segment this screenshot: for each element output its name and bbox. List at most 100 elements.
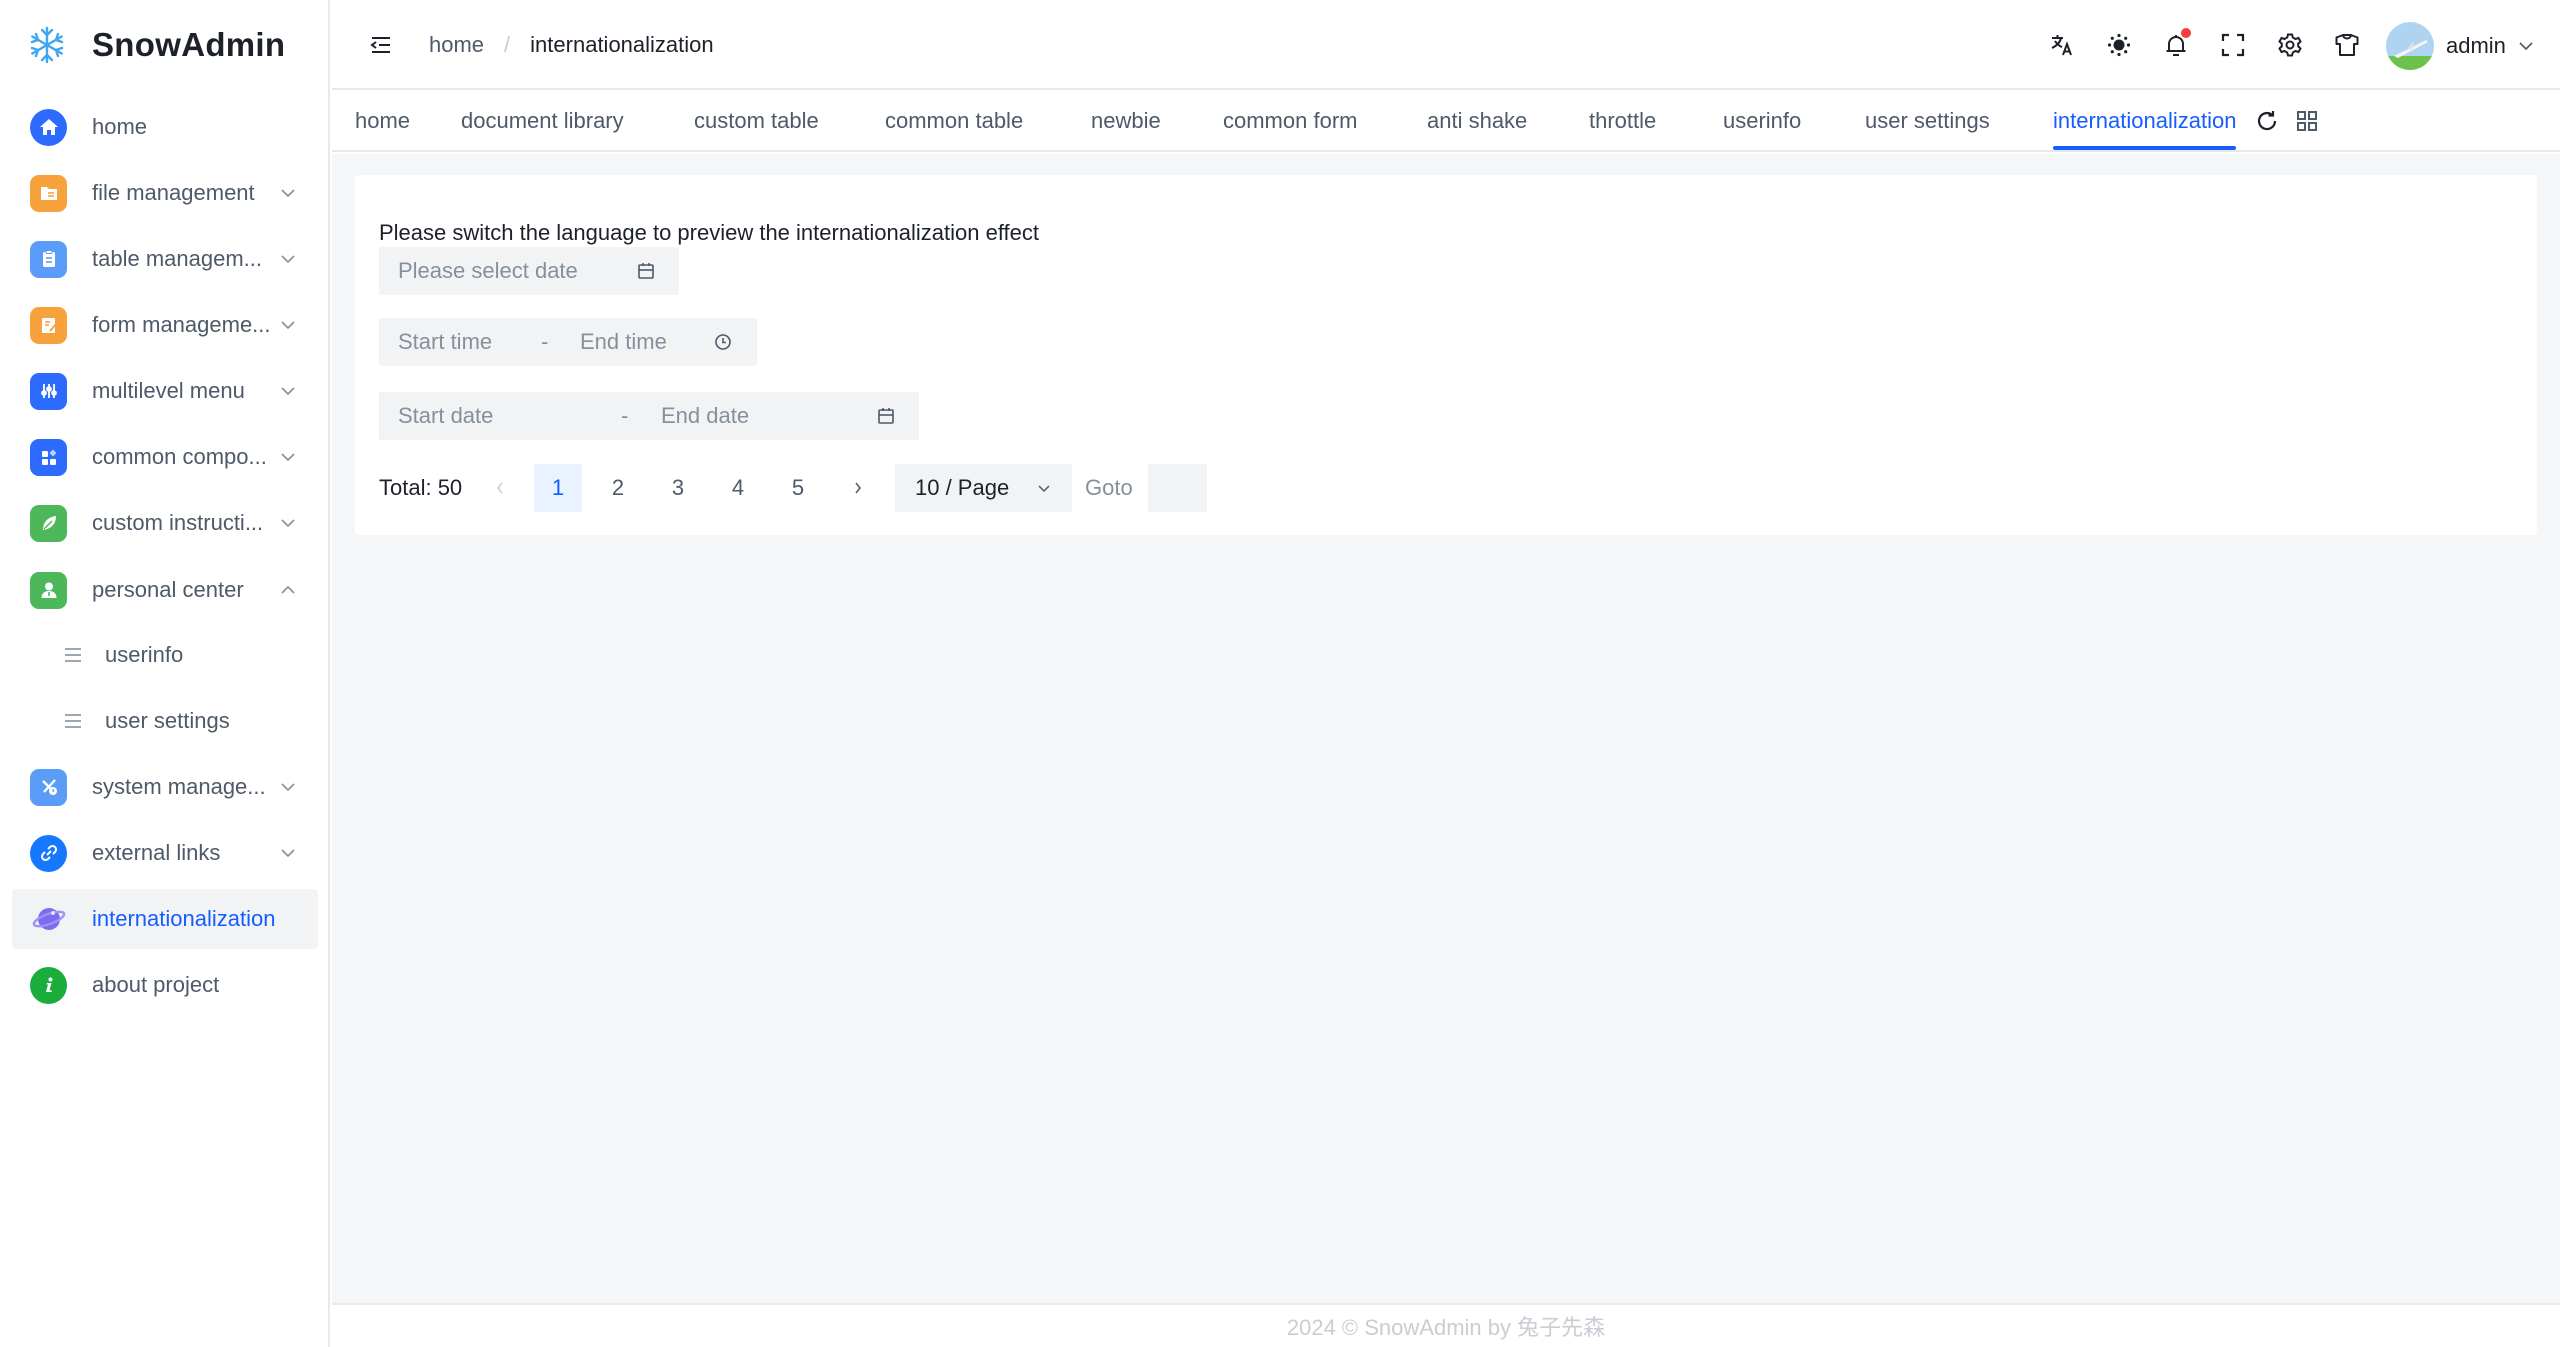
sidebar-item-label: about project <box>92 972 220 997</box>
page-size-value: 10 / Page <box>915 475 1010 500</box>
chevron-down-icon <box>278 381 298 401</box>
logo[interactable]: SnowAdmin <box>26 22 285 68</box>
tab-throttle[interactable]: throttle <box>1589 92 1656 150</box>
start-date-placeholder: Start date <box>398 403 494 428</box>
page-size-select[interactable]: 10 / Page <box>895 464 1072 512</box>
tab-home[interactable]: home <box>355 92 410 150</box>
sidebar-item-label: external links <box>92 840 221 865</box>
fullscreen-icon[interactable] <box>2216 28 2250 62</box>
notification-badge <box>2181 28 2191 38</box>
sidebar-item-personal-center[interactable]: personal center <box>12 560 318 620</box>
sidebar-item-system-management[interactable]: system manage... <box>12 757 318 817</box>
sidebar-item-multilevel-menu[interactable]: multilevel menu <box>12 361 318 421</box>
tab-bar: home document library custom table commo… <box>332 92 2560 152</box>
tab-custom-table[interactable]: custom table <box>694 92 819 150</box>
next-page-button[interactable] <box>834 464 882 512</box>
sidebar-item-label: file management <box>92 180 255 205</box>
sidebar-item-label: table managem... <box>92 246 262 271</box>
sidebar-item-common-components[interactable]: common compo... <box>12 427 318 487</box>
sidebar-item-home[interactable]: home <box>12 97 318 157</box>
header-tools: admin <box>332 0 2560 90</box>
refresh-icon[interactable] <box>2252 106 2282 136</box>
snowflake-icon <box>26 24 68 66</box>
sidebar-item-label: multilevel menu <box>92 378 245 403</box>
page-5-button[interactable]: 5 <box>774 464 822 512</box>
date-range-picker[interactable]: Start date - End date <box>379 392 919 440</box>
sidebar-item-userinfo[interactable]: userinfo <box>12 625 318 685</box>
grid-icon[interactable] <box>2292 106 2322 136</box>
folder-icon <box>30 174 67 212</box>
home-icon <box>30 108 67 146</box>
sidebar-item-file-management[interactable]: file management <box>12 163 318 223</box>
page-4-button[interactable]: 4 <box>714 464 762 512</box>
settings-gear-icon[interactable] <box>2273 28 2307 62</box>
calendar-icon <box>635 260 657 282</box>
avatar <box>2386 22 2434 70</box>
tab-newbie[interactable]: newbie <box>1091 92 1161 150</box>
footer-copyright: 2024 © SnowAdmin by 兔子先森 <box>1286 1315 1606 1340</box>
sidebar-item-label: system manage... <box>92 774 266 799</box>
menu-lines-icon <box>62 644 84 666</box>
page-3-button[interactable]: 3 <box>654 464 702 512</box>
sidebar-item-user-settings[interactable]: user settings <box>12 691 318 751</box>
link-icon <box>30 834 67 872</box>
date-picker-placeholder: Please select date <box>398 258 578 283</box>
goto-label: Goto <box>1085 475 1133 500</box>
chevron-down-icon <box>278 447 298 467</box>
calendar-icon <box>875 405 897 427</box>
sidebar-item-about-project[interactable]: about project <box>12 955 318 1015</box>
chevron-down-icon <box>278 777 298 797</box>
end-time-placeholder: End time <box>580 329 667 354</box>
sidebar-item-table-management[interactable]: table managem... <box>12 229 318 289</box>
sidebar-item-label: common compo... <box>92 444 267 469</box>
sidebar-item-form-management[interactable]: form manageme... <box>12 295 318 355</box>
prev-page-button[interactable] <box>476 464 524 512</box>
sidebar-item-label: user settings <box>105 708 230 733</box>
sidebar-item-external-links[interactable]: external links <box>12 823 318 883</box>
chevron-up-icon <box>278 580 298 600</box>
page-2-button[interactable]: 2 <box>594 464 642 512</box>
tools-icon <box>30 768 67 806</box>
tab-anti-shake[interactable]: anti shake <box>1427 92 1527 150</box>
time-range-picker[interactable]: Start time - End time <box>379 318 757 366</box>
page-1-button[interactable]: 1 <box>534 464 582 512</box>
i18n-card: Please switch the language to preview th… <box>355 175 2537 535</box>
sidebar-item-label: form manageme... <box>92 312 271 337</box>
chevron-down-icon <box>278 315 298 335</box>
sidebar-item-internationalization[interactable]: internationalization <box>12 889 318 949</box>
translate-icon[interactable] <box>2045 28 2079 62</box>
sidebar-item-custom-instructions[interactable]: custom instructi... <box>12 493 318 553</box>
tab-common-form[interactable]: common form <box>1223 92 1357 150</box>
leaf-icon <box>30 504 67 542</box>
end-date-placeholder: End date <box>661 403 750 428</box>
tab-internationalization[interactable]: internationalization <box>2053 92 2237 150</box>
chevron-down-icon <box>278 843 298 863</box>
theme-sun-icon[interactable] <box>2102 28 2136 62</box>
skin-shirt-icon[interactable] <box>2330 28 2364 62</box>
chevron-down-icon <box>2518 41 2534 51</box>
chevron-down-icon <box>278 249 298 269</box>
goto-page-input[interactable] <box>1148 464 1207 512</box>
user-icon <box>30 571 67 609</box>
tab-user-settings[interactable]: user settings <box>1865 92 1990 150</box>
clock-icon <box>712 331 734 353</box>
bell-icon[interactable] <box>2159 28 2193 62</box>
hint-text: Please switch the language to preview th… <box>379 220 1040 245</box>
start-time-placeholder: Start time <box>398 329 493 354</box>
info-icon <box>30 966 67 1004</box>
sidebar-item-label: custom instructi... <box>92 510 264 535</box>
clipboard-icon <box>30 240 67 278</box>
top-header: home / internationalization admin <box>332 0 2560 90</box>
chevron-down-icon <box>278 513 298 533</box>
range-separator: - <box>621 403 629 428</box>
chevron-down-icon <box>278 183 298 203</box>
form-edit-icon <box>30 306 67 344</box>
tab-document-library[interactable]: document library <box>461 92 624 150</box>
tab-userinfo[interactable]: userinfo <box>1723 92 1801 150</box>
tab-common-table[interactable]: common table <box>885 92 1023 150</box>
user-menu[interactable]: admin <box>2386 22 2534 70</box>
sidebar: SnowAdmin home file management table man… <box>0 0 330 1347</box>
date-picker[interactable]: Please select date <box>379 247 679 295</box>
sidebar-item-label: home <box>92 114 148 139</box>
sidebar-item-label: userinfo <box>105 642 184 667</box>
